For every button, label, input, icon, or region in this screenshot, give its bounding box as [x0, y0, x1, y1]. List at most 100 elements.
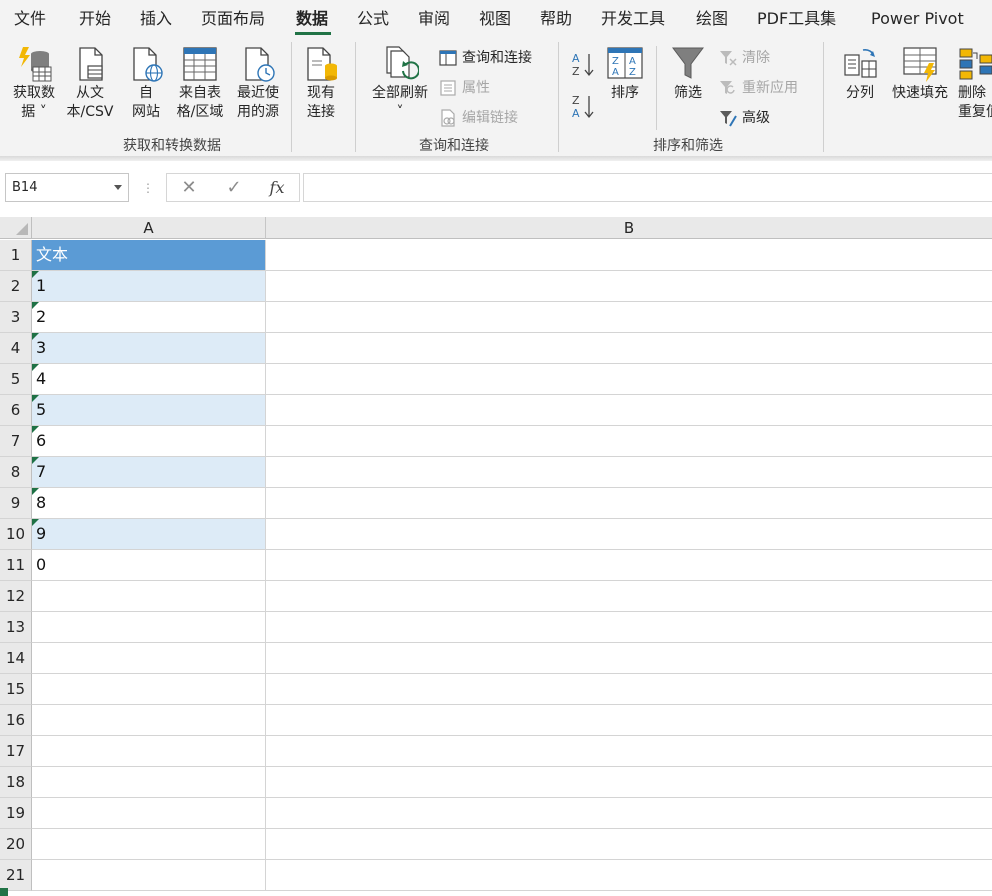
cell-b18[interactable] [266, 767, 992, 797]
cell-b5[interactable] [266, 364, 992, 394]
number-stored-as-text-indicator-icon[interactable] [32, 333, 39, 340]
cell-a15[interactable] [32, 674, 266, 704]
cell-b6[interactable] [266, 395, 992, 425]
row-header[interactable]: 2 [0, 271, 32, 302]
tab-insert[interactable]: 插入 [140, 9, 172, 29]
text-to-columns-button[interactable]: 分列 [838, 45, 882, 103]
number-stored-as-text-indicator-icon[interactable] [32, 271, 39, 278]
from-text-csv-button[interactable]: 从文 本/CSV [62, 45, 118, 122]
cell-b12[interactable] [266, 581, 992, 611]
tab-data[interactable]: 数据 [296, 9, 328, 29]
filter-button[interactable]: 筛选 [666, 45, 710, 103]
remove-duplicates-button[interactable]: 删除 重复值 [956, 45, 992, 122]
tab-file[interactable]: 文件 [14, 9, 46, 29]
number-stored-as-text-indicator-icon[interactable] [32, 364, 39, 371]
row-header[interactable]: 17 [0, 736, 32, 767]
column-header-b[interactable]: B [266, 217, 992, 239]
row-header[interactable]: 10 [0, 519, 32, 550]
row-header[interactable]: 5 [0, 364, 32, 395]
cell-a14[interactable] [32, 643, 266, 673]
cell-b10[interactable] [266, 519, 992, 549]
refresh-all-dropdown-icon[interactable]: ˅ [397, 103, 404, 122]
cell-a19[interactable] [32, 798, 266, 828]
row-header[interactable]: 20 [0, 829, 32, 860]
cell-b15[interactable] [266, 674, 992, 704]
cell-a7[interactable]: 6 [32, 426, 266, 456]
cell-b14[interactable] [266, 643, 992, 673]
existing-connections-button[interactable]: 现有 连接 [299, 45, 343, 122]
tab-power-pivot[interactable]: Power Pivot [871, 9, 964, 29]
row-header[interactable]: 7 [0, 426, 32, 457]
cell-b8[interactable] [266, 457, 992, 487]
properties-button[interactable]: 属性 [438, 78, 490, 98]
cell-b16[interactable] [266, 705, 992, 735]
enter-icon[interactable]: ✓ [222, 177, 246, 199]
cell-b13[interactable] [266, 612, 992, 642]
edit-links-button[interactable]: 编辑链接 [438, 108, 518, 128]
from-web-button[interactable]: 自 网站 [124, 45, 168, 122]
cell-b11[interactable] [266, 550, 992, 580]
recent-sources-button[interactable]: 最近使 用的源 [230, 45, 286, 122]
cell-a11[interactable]: 0 [32, 550, 266, 580]
chevron-down-icon[interactable] [114, 185, 122, 190]
cell-a9[interactable]: 8 [32, 488, 266, 518]
cell-b7[interactable] [266, 426, 992, 456]
from-table-range-button[interactable]: 来自表 格/区域 [173, 45, 227, 122]
cell-a16[interactable] [32, 705, 266, 735]
tab-pdf-tools[interactable]: PDF工具集 [757, 9, 836, 29]
row-header[interactable]: 4 [0, 333, 32, 364]
row-header[interactable]: 6 [0, 395, 32, 426]
cell-b19[interactable] [266, 798, 992, 828]
tab-page-layout[interactable]: 页面布局 [201, 9, 265, 29]
get-data-button[interactable]: 获取数 据 ˅ [8, 45, 60, 122]
column-header-a[interactable]: A [32, 217, 266, 239]
tab-help[interactable]: 帮助 [540, 9, 572, 29]
row-header[interactable]: 15 [0, 674, 32, 705]
cell-a17[interactable] [32, 736, 266, 766]
row-header[interactable]: 18 [0, 767, 32, 798]
row-header[interactable]: 21 [0, 860, 32, 891]
row-header[interactable]: 16 [0, 705, 32, 736]
row-header[interactable]: 13 [0, 612, 32, 643]
cancel-icon[interactable]: ✕ [177, 177, 201, 199]
tab-home[interactable]: 开始 [79, 9, 111, 29]
tab-developer[interactable]: 开发工具 [601, 9, 665, 29]
formula-input[interactable] [303, 173, 992, 202]
cell-b4[interactable] [266, 333, 992, 363]
cell-b1[interactable] [266, 240, 992, 270]
queries-connections-button[interactable]: 查询和连接 [438, 48, 532, 68]
cell-b3[interactable] [266, 302, 992, 332]
row-header[interactable]: 8 [0, 457, 32, 488]
cell-a10[interactable]: 9 [32, 519, 266, 549]
cell-a5[interactable]: 4 [32, 364, 266, 394]
cell-b21[interactable] [266, 860, 992, 890]
number-stored-as-text-indicator-icon[interactable] [32, 457, 39, 464]
refresh-all-button[interactable]: 全部刷新 ˅ [368, 45, 432, 122]
flash-fill-button[interactable]: 快速填充 [888, 45, 952, 103]
name-box[interactable]: B14 [5, 173, 129, 202]
cell-a13[interactable] [32, 612, 266, 642]
number-stored-as-text-indicator-icon[interactable] [32, 302, 39, 309]
reapply-filter-button[interactable]: 重新应用 [718, 78, 798, 98]
cell-b20[interactable] [266, 829, 992, 859]
cell-b17[interactable] [266, 736, 992, 766]
cell-a18[interactable] [32, 767, 266, 797]
insert-function-icon[interactable]: fx [265, 177, 289, 199]
number-stored-as-text-indicator-icon[interactable] [32, 395, 39, 402]
row-header[interactable]: 3 [0, 302, 32, 333]
row-header[interactable]: 9 [0, 488, 32, 519]
cell-a20[interactable] [32, 829, 266, 859]
row-header[interactable]: 14 [0, 643, 32, 674]
tab-draw[interactable]: 绘图 [696, 9, 728, 29]
cell-b2[interactable] [266, 271, 992, 301]
formula-bar-resize-handle[interactable]: ⋮ [142, 181, 154, 195]
cell-a3[interactable]: 2 [32, 302, 266, 332]
number-stored-as-text-indicator-icon[interactable] [32, 426, 39, 433]
cell-a21[interactable] [32, 860, 266, 890]
cell-a12[interactable] [32, 581, 266, 611]
cell-a1[interactable]: 文本 [32, 240, 266, 270]
cell-a8[interactable]: 7 [32, 457, 266, 487]
clear-filter-button[interactable]: 清除 [718, 48, 770, 68]
select-all-button[interactable] [0, 217, 32, 239]
tab-view[interactable]: 视图 [479, 9, 511, 29]
